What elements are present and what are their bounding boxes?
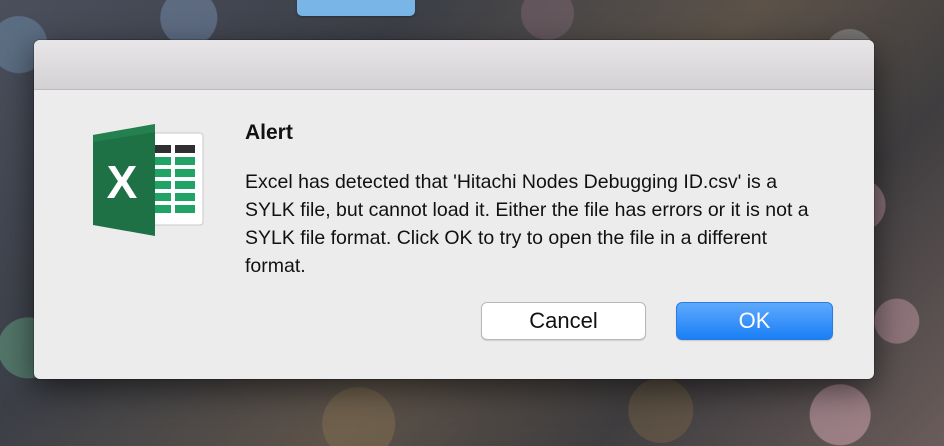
alert-message: Excel has detected that 'Hitachi Nodes D… bbox=[245, 171, 809, 277]
excel-x-letter: X bbox=[107, 156, 138, 208]
excel-app-icon: X bbox=[93, 124, 204, 236]
cancel-button[interactable]: Cancel bbox=[481, 302, 646, 340]
alert-dialog: X Alert Excel has detected that 'Hitachi… bbox=[34, 40, 874, 379]
dialog-titlebar bbox=[34, 40, 874, 90]
ok-button[interactable]: OK bbox=[676, 302, 833, 340]
background-window-edge bbox=[297, 0, 415, 16]
alert-title: Alert bbox=[245, 121, 293, 144]
desktop-background: X Alert Excel has detected that 'Hitachi… bbox=[0, 0, 944, 446]
